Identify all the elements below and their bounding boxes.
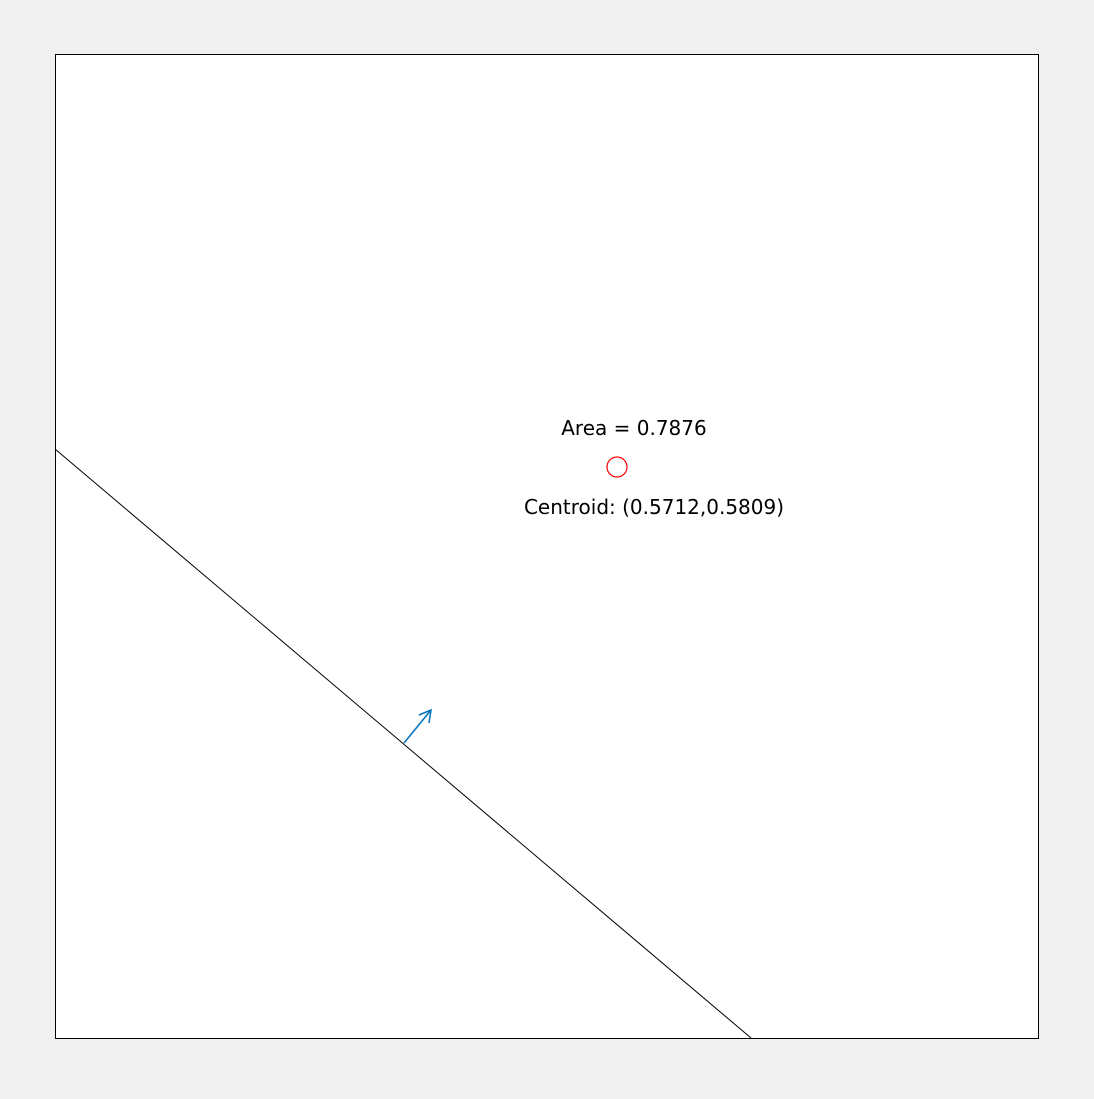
figure-window: Area = 0.7876 Centroid: (0.5712,0.5809) xyxy=(0,0,1094,1094)
plot-canvas: Area = 0.7876 Centroid: (0.5712,0.5809) xyxy=(54,54,1039,1039)
axes-box xyxy=(55,54,1039,1039)
centroid-label: Centroid: (0.5712,0.5809) xyxy=(524,495,784,519)
area-label: Area = 0.7876 xyxy=(561,416,706,440)
